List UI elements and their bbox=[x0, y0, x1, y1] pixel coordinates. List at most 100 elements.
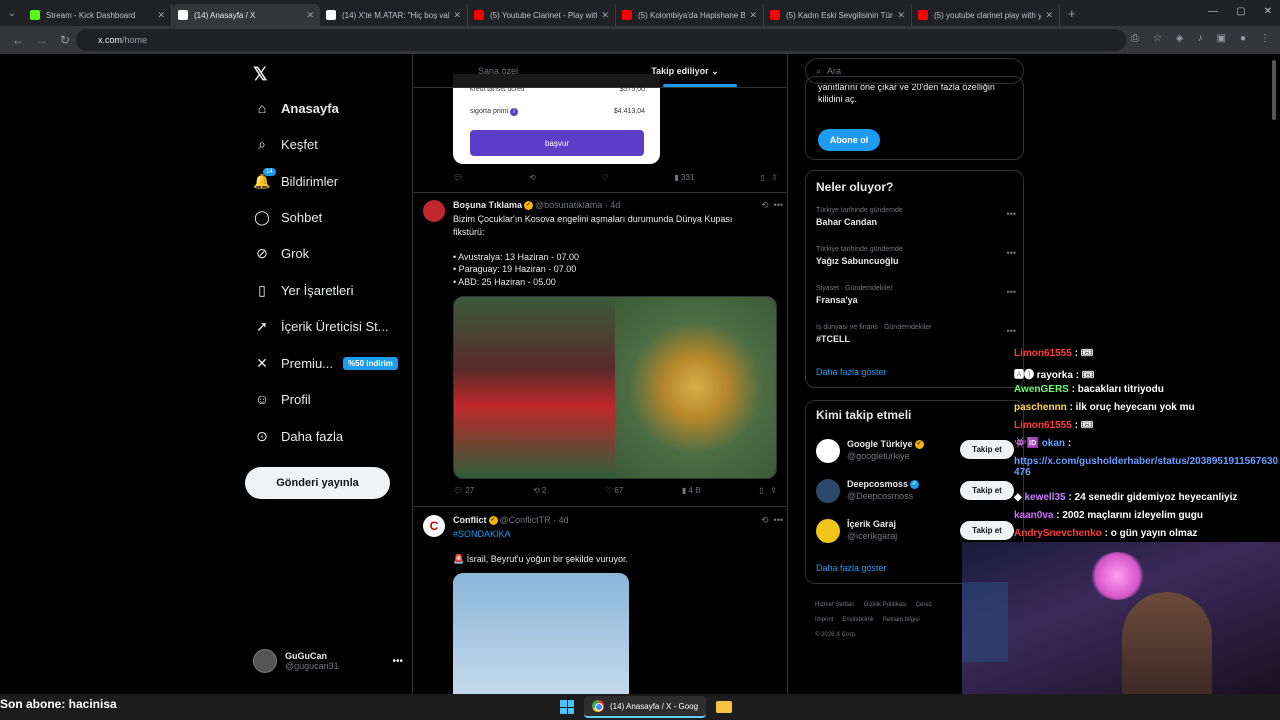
x-logo-icon[interactable]: 𝕏 bbox=[253, 64, 268, 85]
install-icon[interactable]: ⎙ bbox=[1131, 33, 1139, 44]
follow-button[interactable]: Takip et bbox=[960, 481, 1014, 500]
browser-tab[interactable]: (14) Anasayfa / X ✕ bbox=[172, 4, 320, 26]
bookmark-star-icon[interactable]: ☆ bbox=[1153, 33, 1162, 44]
trend-item[interactable]: Türkiye tarihinde gündemde Yağız Sabuncuo… bbox=[816, 246, 1016, 266]
browser-tab[interactable]: Stream - Kick Dashboard ✕ bbox=[24, 4, 172, 26]
sidebar-item[interactable]: ⌕ Keşfet bbox=[253, 136, 318, 153]
sidebar-item[interactable]: ➚ İçerik Üreticisi St... bbox=[253, 318, 389, 335]
footer-link[interactable]: Reklam bilgisi bbox=[883, 617, 920, 623]
bookmark-icon[interactable]: ▯ ⇪ bbox=[760, 173, 778, 182]
views-icon[interactable]: ▮ 331 bbox=[674, 173, 694, 182]
chat-username[interactable]: AndrySnevchenko bbox=[1014, 528, 1102, 539]
author-handle[interactable]: @ConflictTR · 4d bbox=[500, 515, 569, 525]
extension-icon[interactable]: ◈ bbox=[1176, 33, 1184, 44]
bookmark-icon[interactable]: ▯ ⇪ bbox=[759, 486, 777, 495]
trend-item[interactable]: Türkiye tarihinde gündemde Bahar Candan ••… bbox=[816, 207, 1016, 227]
repost-icon[interactable]: ⟲ bbox=[529, 173, 536, 182]
browser-tab[interactable]: (5) Kolombiya'da Hapishane Ba ✕ bbox=[616, 4, 764, 26]
taskbar-chrome-button[interactable]: (14) Anasayfa / X - Goog bbox=[584, 696, 707, 718]
tab-close-icon[interactable]: ✕ bbox=[453, 10, 461, 21]
chat-username[interactable]: kaan0va bbox=[1014, 510, 1053, 521]
sidebar-item[interactable]: 🔔 14 Bildirimler bbox=[253, 168, 338, 190]
tab-close-icon[interactable]: ✕ bbox=[897, 10, 905, 21]
tab-close-icon[interactable]: ✕ bbox=[1045, 10, 1053, 21]
sidebar-item[interactable]: ◯ Sohbet bbox=[253, 209, 322, 226]
tab-close-icon[interactable]: ✕ bbox=[306, 10, 314, 21]
sidebar-item[interactable]: ⌂ Anasayfa bbox=[253, 100, 339, 116]
browser-tab[interactable]: (5) Youtube Clarinet - Play with ✕ bbox=[468, 4, 616, 26]
reply-icon[interactable]: 💬︎ 27 bbox=[453, 486, 474, 495]
who-show-more[interactable]: Daha fazla göster bbox=[816, 563, 887, 573]
ad-apply-button[interactable]: başvur bbox=[470, 130, 644, 156]
subscribe-button[interactable]: Abone ol bbox=[818, 129, 880, 151]
post-media[interactable] bbox=[453, 296, 777, 479]
like-icon[interactable]: ♡ 67 bbox=[605, 486, 623, 495]
chat-username[interactable]: Limon61555 bbox=[1014, 420, 1072, 431]
maximize-icon[interactable]: ▢ bbox=[1236, 6, 1245, 17]
sidebar-item[interactable]: ⊘ Grok bbox=[253, 245, 309, 262]
chat-username[interactable]: paschennn bbox=[1014, 402, 1067, 413]
audio-icon[interactable]: ♪ bbox=[1198, 33, 1203, 44]
footer-link[interactable]: Imprint bbox=[815, 617, 833, 623]
account-switcher[interactable]: GuGuCan @gugucan31 ••• bbox=[253, 649, 403, 673]
repost-icon[interactable]: ⟲ 2 bbox=[533, 486, 546, 495]
tab-search-icon[interactable]: ⌄ bbox=[0, 0, 24, 26]
post-button[interactable]: Gönderi yayınla bbox=[245, 467, 390, 499]
browser-tab[interactable]: (14) X'te M.ATAR: "Hiç boş vakt ✕ bbox=[320, 4, 468, 26]
search-input[interactable]: ⌕ Ara bbox=[805, 58, 1024, 84]
url-input[interactable]: x.com/home bbox=[76, 29, 1126, 51]
forward-icon[interactable]: → bbox=[36, 33, 48, 47]
minimize-icon[interactable]: — bbox=[1208, 6, 1218, 17]
post-media[interactable] bbox=[453, 573, 629, 694]
world-cup-trophy-photo[interactable] bbox=[615, 297, 776, 478]
chat-username[interactable]: Limon61555 bbox=[1014, 348, 1072, 359]
trend-item[interactable]: Siyaset · Gündemdekiler Fransa'ya ••• bbox=[816, 285, 1016, 305]
browser-tab[interactable]: (5) Kadın Eski Sevgilisinin Tüm ✕ bbox=[764, 4, 912, 26]
sidebar-item[interactable]: ✕ Premiu... %50 indirim bbox=[253, 355, 398, 372]
more-dots-icon[interactable]: ••• bbox=[392, 656, 403, 667]
kebab-menu-icon[interactable]: ⋮ bbox=[1260, 33, 1270, 44]
reload-icon[interactable]: ↻ bbox=[60, 33, 70, 47]
reply-icon[interactable]: 💬︎ bbox=[453, 173, 463, 182]
trend-more-icon[interactable]: ••• bbox=[1007, 248, 1016, 258]
trend-item[interactable]: İş dünyası ve finans · Gündemdekiler #TCE… bbox=[816, 324, 1016, 344]
author-name[interactable]: Conflict bbox=[453, 515, 487, 525]
sidebar-item[interactable]: ☺ Profil bbox=[253, 391, 311, 407]
footer-link[interactable]: Gizlilik Politikası bbox=[864, 602, 907, 608]
views-icon[interactable]: ▮ 4 B bbox=[682, 486, 701, 495]
chat-username[interactable]: rayorka bbox=[1037, 370, 1073, 381]
post[interactable]: C Conflict ✓ @ConflictTR · 4d ⟲ ••• #SONDA… bbox=[423, 515, 783, 694]
trends-show-more[interactable]: Daha fazla göster bbox=[816, 367, 887, 377]
tab-following[interactable]: Takip ediliyor ⌄ bbox=[583, 54, 787, 87]
author-name[interactable]: Boşuna Tıklama bbox=[453, 200, 522, 210]
file-explorer-icon[interactable] bbox=[716, 701, 733, 713]
tab-close-icon[interactable]: ✕ bbox=[749, 10, 757, 21]
puzzle-icon[interactable]: ▣ bbox=[1217, 33, 1226, 44]
tab-close-icon[interactable]: ✕ bbox=[601, 10, 609, 21]
team-photo[interactable] bbox=[454, 297, 615, 478]
scrollbar[interactable] bbox=[1272, 60, 1276, 120]
hashtag-link[interactable]: #SONDAKİKA bbox=[453, 528, 763, 541]
profile-avatar-icon[interactable]: ● bbox=[1240, 33, 1246, 44]
chat-username[interactable]: kewell35 bbox=[1024, 492, 1065, 503]
chat-username[interactable]: AwenGERS bbox=[1014, 384, 1069, 395]
trend-more-icon[interactable]: ••• bbox=[1007, 287, 1016, 297]
footer-link[interactable]: © 2026 X Corp. bbox=[815, 632, 856, 638]
sidebar-item[interactable]: ▯ Yer İşaretleri bbox=[253, 282, 353, 299]
post[interactable]: Boşuna Tıklama ✓ @bosunatiklama · 4d ⟲ •••… bbox=[423, 200, 783, 500]
back-icon[interactable]: ← bbox=[12, 33, 24, 47]
windows-start-icon[interactable] bbox=[560, 700, 574, 714]
post-more-icon[interactable]: ⟲ ••• bbox=[761, 200, 783, 211]
post-more-icon[interactable]: ⟲ ••• bbox=[761, 515, 783, 526]
tab-close-icon[interactable]: ✕ bbox=[157, 10, 165, 21]
close-window-icon[interactable]: ✕ bbox=[1264, 6, 1272, 17]
sidebar-item[interactable]: ⊙ Daha fazla bbox=[253, 428, 343, 445]
footer-link[interactable]: Hizmet Şartları bbox=[815, 602, 855, 608]
footer-link[interactable]: Çerez bbox=[916, 602, 932, 608]
follow-button[interactable]: Takip et bbox=[960, 440, 1014, 459]
like-icon[interactable]: ♡ bbox=[601, 173, 608, 182]
chat-username[interactable]: okan bbox=[1042, 438, 1065, 449]
tab-for-you[interactable]: Sana özel bbox=[413, 54, 583, 87]
trend-more-icon[interactable]: ••• bbox=[1007, 326, 1016, 336]
new-tab-icon[interactable]: + bbox=[1068, 6, 1076, 21]
